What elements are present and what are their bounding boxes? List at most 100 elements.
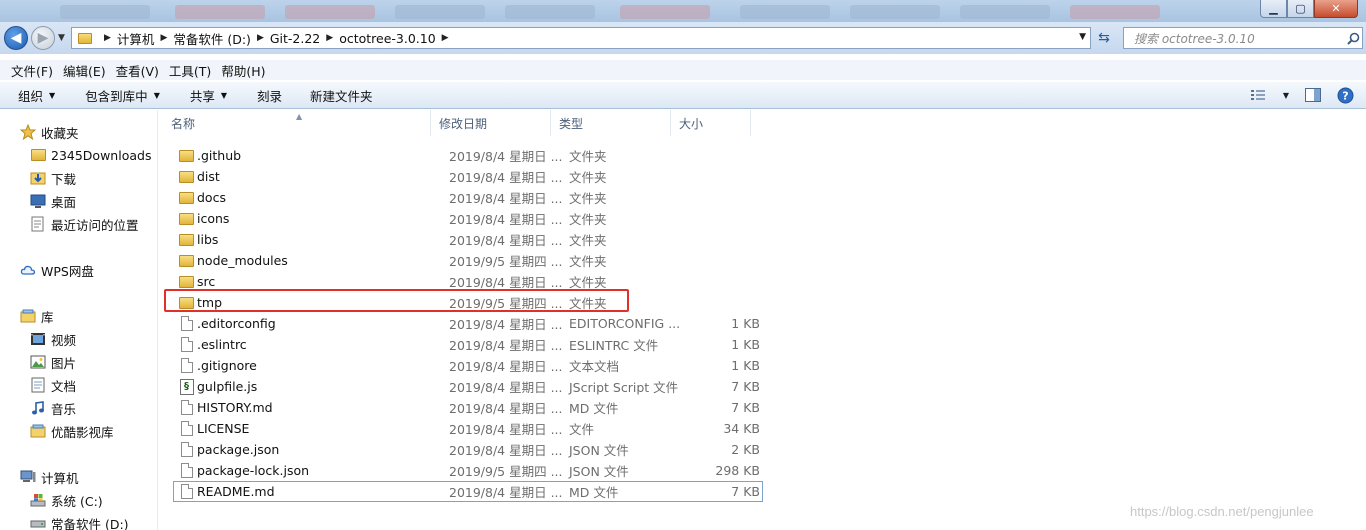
file-date: 2019/8/4 星期日 ... <box>449 338 563 353</box>
nav-item-music[interactable]: 音乐 <box>30 397 76 419</box>
file-name: package-lock.json <box>197 463 310 478</box>
change-view-button[interactable] <box>1250 86 1268 104</box>
nav-item-videos[interactable]: 视频 <box>30 328 76 350</box>
video-icon <box>30 331 46 347</box>
file-row[interactable]: .editorconfig 2019/8/4 星期日 ... EDITORCONFI… <box>174 313 764 334</box>
column-header-date[interactable]: 修改日期 <box>431 110 551 136</box>
folder-icon <box>178 148 195 164</box>
chevron-right-icon[interactable]: ▶ <box>160 33 167 43</box>
chevron-right-icon[interactable]: ▶ <box>326 33 333 43</box>
address-dropdown-icon[interactable]: ▼ <box>1079 32 1086 42</box>
file-date: 2019/8/4 星期日 ... <box>449 149 563 164</box>
blurred-tab <box>175 5 265 19</box>
chevron-right-icon[interactable]: ▶ <box>257 33 264 43</box>
file-icon <box>178 421 195 437</box>
menu-view[interactable]: 查看(V) <box>111 61 164 80</box>
script-icon: § <box>178 378 195 395</box>
column-header-size[interactable]: 大小 <box>671 110 751 136</box>
breadcrumb-drive-d[interactable]: 常备软件 (D:) <box>173 29 251 48</box>
organize-label: 组织 <box>18 88 44 104</box>
file-row[interactable]: .github 2019/8/4 星期日 ... 文件夹 <box>174 145 764 166</box>
nav-wps-drive[interactable]: WPS网盘 <box>20 259 94 281</box>
window-title-bar: ▁ ▢ ✕ <box>0 0 1366 22</box>
close-button[interactable]: ✕ <box>1314 0 1358 18</box>
refresh-button[interactable]: ⇆ <box>1095 29 1113 47</box>
include-in-library-button[interactable]: 包含到库中 ▼ <box>77 86 168 105</box>
nav-item-desktop[interactable]: 桌面 <box>30 190 76 212</box>
history-dropdown-icon[interactable]: ▼ <box>58 33 65 43</box>
file-row[interactable]: package.json 2019/8/4 星期日 ... JSON 文件 2 KB <box>174 439 764 460</box>
file-row[interactable]: LICENSE 2019/8/4 星期日 ... 文件 34 KB <box>174 418 764 439</box>
menu-edit[interactable]: 编辑(E) <box>58 61 111 80</box>
nav-item-recent-places[interactable]: 最近访问的位置 <box>30 213 139 235</box>
forward-button[interactable]: ▶ <box>31 26 55 50</box>
file-row[interactable]: package-lock.json 2019/9/5 星期四 ... JSON 文件… <box>174 460 764 481</box>
breadcrumb-git[interactable]: Git-2.22 <box>270 31 320 46</box>
annotation-highlight-box <box>164 289 629 312</box>
help-button[interactable]: ? <box>1336 86 1354 104</box>
breadcrumb-octotree[interactable]: octotree-3.0.10 <box>339 31 435 46</box>
file-row[interactable]: § gulpfile.js 2019/8/4 星期日 ... JScript Scri… <box>174 376 764 397</box>
file-row[interactable]: libs 2019/8/4 星期日 ... 文件夹 <box>174 229 764 250</box>
file-date: 2019/8/4 星期日 ... <box>449 317 563 332</box>
file-size: 7 KB <box>731 379 760 394</box>
nav-item-drive-c[interactable]: 系统 (C:) <box>30 489 103 511</box>
new-folder-button[interactable]: 新建文件夹 <box>302 86 381 105</box>
file-type: JSON 文件 <box>569 443 629 458</box>
menu-tools[interactable]: 工具(T) <box>164 61 216 80</box>
file-date: 2019/8/4 星期日 ... <box>449 443 563 458</box>
file-date: 2019/9/5 星期四 ... <box>449 254 563 269</box>
menu-file[interactable]: 文件(F) <box>6 61 58 80</box>
address-bar[interactable]: ▶ 计算机 ▶ 常备软件 (D:) ▶ Git-2.22 ▶ octotree-… <box>71 27 1091 49</box>
back-button[interactable]: ◀ <box>4 26 28 50</box>
file-name: icons <box>197 211 230 226</box>
organize-button[interactable]: 组织 ▼ <box>10 86 63 105</box>
file-row[interactable]: node_modules 2019/9/5 星期四 ... 文件夹 <box>174 250 764 271</box>
chevron-down-icon[interactable]: ▼ <box>1282 86 1290 104</box>
library-icon <box>20 308 36 324</box>
share-button[interactable]: 共享 ▼ <box>182 86 235 105</box>
file-row[interactable]: HISTORY.md 2019/8/4 星期日 ... MD 文件 7 KB <box>174 397 764 418</box>
nav-item-documents[interactable]: 文档 <box>30 374 76 396</box>
search-icon[interactable] <box>1344 32 1362 45</box>
nav-item-2345downloads[interactable]: 2345Downloads <box>30 144 151 166</box>
help-icon: ? <box>1337 87 1353 103</box>
file-row[interactable]: dist 2019/8/4 星期日 ... 文件夹 <box>174 166 764 187</box>
nav-item-downloads[interactable]: 下载 <box>30 167 76 189</box>
star-icon <box>20 124 36 140</box>
file-row[interactable]: .eslintrc 2019/8/4 星期日 ... ESLINTRC 文件 1 KB <box>174 334 764 355</box>
nav-libraries[interactable]: 库 <box>20 305 54 327</box>
file-type: ESLINTRC 文件 <box>569 338 659 353</box>
search-placeholder: 搜索 octotree-3.0.10 <box>1134 31 1255 46</box>
desktop-icon <box>30 193 46 209</box>
nav-favorites[interactable]: 收藏夹 <box>20 121 79 143</box>
nav-item-youku[interactable]: 优酷影视库 <box>30 420 114 442</box>
chevron-right-icon[interactable]: ▶ <box>442 33 449 43</box>
watermark: https://blog.csdn.net/pengjunlee <box>1130 504 1314 519</box>
column-header-type[interactable]: 类型 <box>551 110 671 136</box>
view-controls: ▼ ? <box>1250 86 1354 104</box>
nav-item-pictures[interactable]: 图片 <box>30 351 76 373</box>
chevron-right-icon[interactable]: ▶ <box>104 33 111 43</box>
minimize-button[interactable]: ▁ <box>1260 0 1287 18</box>
breadcrumb-computer[interactable]: 计算机 <box>117 29 155 48</box>
file-name: .editorconfig <box>197 316 276 331</box>
search-input[interactable]: 搜索 octotree-3.0.10 <box>1123 27 1363 49</box>
nav-item-label: 优酷影视库 <box>51 424 114 440</box>
file-date: 2019/8/4 星期日 ... <box>449 422 563 437</box>
preview-pane-button[interactable] <box>1304 86 1322 104</box>
file-icon <box>178 358 195 374</box>
blurred-tab <box>285 5 375 19</box>
nav-item-drive-d[interactable]: 常备软件 (D:) <box>30 512 129 530</box>
system-drive-icon <box>30 492 46 508</box>
file-date: 2019/9/5 星期四 ... <box>449 464 563 479</box>
drive-icon <box>30 515 46 530</box>
menu-help[interactable]: 帮助(H) <box>216 61 270 80</box>
burn-button[interactable]: 刻录 <box>249 86 290 105</box>
file-row[interactable]: README.md 2019/8/4 星期日 ... MD 文件 7 KB <box>173 481 763 502</box>
maximize-button[interactable]: ▢ <box>1287 0 1314 18</box>
file-row[interactable]: .gitignore 2019/8/4 星期日 ... 文本文档 1 KB <box>174 355 764 376</box>
file-row[interactable]: icons 2019/8/4 星期日 ... 文件夹 <box>174 208 764 229</box>
nav-computer[interactable]: 计算机 <box>20 466 79 488</box>
file-row[interactable]: docs 2019/8/4 星期日 ... 文件夹 <box>174 187 764 208</box>
